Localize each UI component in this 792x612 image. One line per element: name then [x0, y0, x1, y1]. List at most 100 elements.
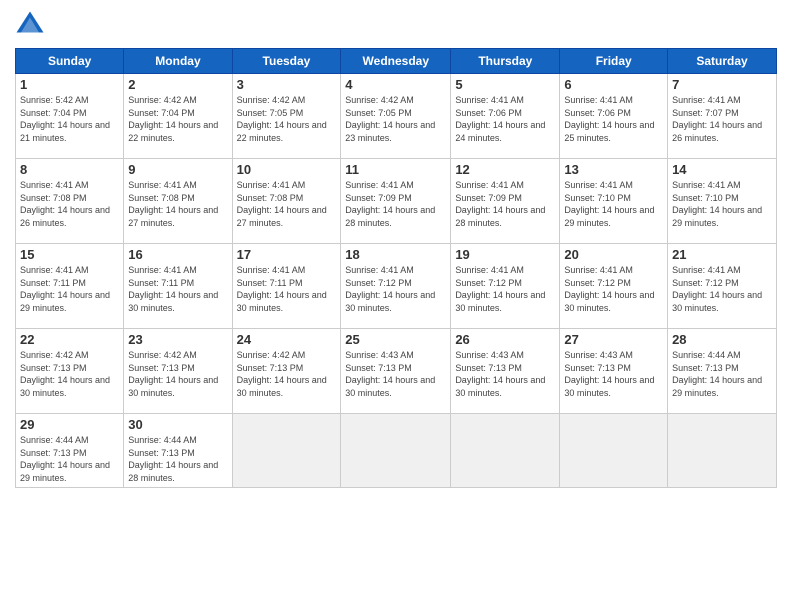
calendar-cell: 9 Sunrise: 4:41 AMSunset: 7:08 PMDaylight…	[124, 159, 232, 244]
day-number: 6	[564, 77, 663, 92]
day-number: 16	[128, 247, 227, 262]
calendar-cell: 7 Sunrise: 4:41 AMSunset: 7:07 PMDaylight…	[668, 74, 777, 159]
day-number: 9	[128, 162, 227, 177]
calendar-header: SundayMondayTuesdayWednesdayThursdayFrid…	[16, 49, 777, 74]
calendar-cell: 6 Sunrise: 4:41 AMSunset: 7:06 PMDaylight…	[560, 74, 668, 159]
calendar-cell: 13 Sunrise: 4:41 AMSunset: 7:10 PMDayligh…	[560, 159, 668, 244]
cell-info: Sunrise: 4:42 AMSunset: 7:05 PMDaylight:…	[237, 94, 337, 144]
cell-info: Sunrise: 4:42 AMSunset: 7:13 PMDaylight:…	[20, 349, 119, 399]
cell-info: Sunrise: 4:41 AMSunset: 7:10 PMDaylight:…	[564, 179, 663, 229]
day-number: 11	[345, 162, 446, 177]
day-number: 7	[672, 77, 772, 92]
calendar-cell: 16Sunrise: 4:41 AMSunset: 7:11 PMDayligh…	[124, 244, 232, 329]
calendar-cell: 5 Sunrise: 4:41 AMSunset: 7:06 PMDaylight…	[451, 74, 560, 159]
day-number: 19	[455, 247, 555, 262]
calendar: SundayMondayTuesdayWednesdayThursdayFrid…	[15, 48, 777, 488]
calendar-cell: 26 Sunrise: 4:43 AMSunset: 7:13 PMDayligh…	[451, 329, 560, 414]
calendar-cell: 29Sunrise: 4:44 AMSunset: 7:13 PMDayligh…	[16, 414, 124, 488]
calendar-cell: 1Sunrise: 5:42 AMSunset: 7:04 PMDaylight…	[16, 74, 124, 159]
calendar-body: 1Sunrise: 5:42 AMSunset: 7:04 PMDaylight…	[16, 74, 777, 488]
week-row-4: 29Sunrise: 4:44 AMSunset: 7:13 PMDayligh…	[16, 414, 777, 488]
calendar-cell	[560, 414, 668, 488]
cell-info: Sunrise: 4:43 AMSunset: 7:13 PMDaylight:…	[564, 349, 663, 399]
cell-info: Sunrise: 4:41 AMSunset: 7:12 PMDaylight:…	[455, 264, 555, 314]
calendar-cell: 2 Sunrise: 4:42 AMSunset: 7:04 PMDaylight…	[124, 74, 232, 159]
day-number: 15	[20, 247, 119, 262]
calendar-cell: 3Sunrise: 4:42 AMSunset: 7:05 PMDaylight…	[232, 74, 341, 159]
cell-info: Sunrise: 4:41 AMSunset: 7:08 PMDaylight:…	[128, 179, 227, 229]
calendar-cell	[451, 414, 560, 488]
calendar-cell: 19 Sunrise: 4:41 AMSunset: 7:12 PMDayligh…	[451, 244, 560, 329]
day-number: 14	[672, 162, 772, 177]
week-row-2: 15 Sunrise: 4:41 AMSunset: 7:11 PMDayligh…	[16, 244, 777, 329]
day-number: 4	[345, 77, 446, 92]
cell-info: Sunrise: 4:42 AMSunset: 7:13 PMDaylight:…	[128, 349, 227, 399]
cell-info: Sunrise: 4:41 AMSunset: 7:08 PMDaylight:…	[20, 179, 119, 229]
day-number: 30	[128, 417, 227, 432]
week-row-1: 8Sunrise: 4:41 AMSunset: 7:08 PMDaylight…	[16, 159, 777, 244]
calendar-cell: 10Sunrise: 4:41 AMSunset: 7:08 PMDayligh…	[232, 159, 341, 244]
calendar-cell: 28 Sunrise: 4:44 AMSunset: 7:13 PMDayligh…	[668, 329, 777, 414]
calendar-cell: 20 Sunrise: 4:41 AMSunset: 7:12 PMDayligh…	[560, 244, 668, 329]
cell-info: Sunrise: 4:43 AMSunset: 7:13 PMDaylight:…	[455, 349, 555, 399]
logo-icon	[15, 10, 45, 40]
header-row: SundayMondayTuesdayWednesdayThursdayFrid…	[16, 49, 777, 74]
header-day-sunday: Sunday	[16, 49, 124, 74]
calendar-cell: 24 Sunrise: 4:42 AMSunset: 7:13 PMDayligh…	[232, 329, 341, 414]
calendar-cell: 4 Sunrise: 4:42 AMSunset: 7:05 PMDaylight…	[341, 74, 451, 159]
day-number: 1	[20, 77, 119, 92]
cell-info: Sunrise: 4:41 AMSunset: 7:06 PMDaylight:…	[455, 94, 555, 144]
day-number: 21	[672, 247, 772, 262]
cell-info: Sunrise: 4:42 AMSunset: 7:05 PMDaylight:…	[345, 94, 446, 144]
day-number: 27	[564, 332, 663, 347]
calendar-cell	[668, 414, 777, 488]
day-number: 2	[128, 77, 227, 92]
calendar-cell: 11 Sunrise: 4:41 AMSunset: 7:09 PMDayligh…	[341, 159, 451, 244]
cell-info: Sunrise: 4:41 AMSunset: 7:07 PMDaylight:…	[672, 94, 772, 144]
day-number: 26	[455, 332, 555, 347]
calendar-cell: 21 Sunrise: 4:41 AMSunset: 7:12 PMDayligh…	[668, 244, 777, 329]
cell-info: Sunrise: 4:41 AMSunset: 7:06 PMDaylight:…	[564, 94, 663, 144]
cell-info: Sunrise: 4:44 AMSunset: 7:13 PMDaylight:…	[128, 434, 227, 484]
day-number: 24	[237, 332, 337, 347]
week-row-0: 1Sunrise: 5:42 AMSunset: 7:04 PMDaylight…	[16, 74, 777, 159]
header-day-tuesday: Tuesday	[232, 49, 341, 74]
day-number: 20	[564, 247, 663, 262]
day-number: 12	[455, 162, 555, 177]
day-number: 22	[20, 332, 119, 347]
day-number: 13	[564, 162, 663, 177]
cell-info: Sunrise: 4:41 AMSunset: 7:08 PMDaylight:…	[237, 179, 337, 229]
cell-info: Sunrise: 4:42 AMSunset: 7:13 PMDaylight:…	[237, 349, 337, 399]
cell-info: Sunrise: 4:41 AMSunset: 7:11 PMDaylight:…	[20, 264, 119, 314]
calendar-cell: 25Sunrise: 4:43 AMSunset: 7:13 PMDayligh…	[341, 329, 451, 414]
cell-info: Sunrise: 4:41 AMSunset: 7:09 PMDaylight:…	[455, 179, 555, 229]
header	[15, 10, 777, 40]
day-number: 25	[345, 332, 446, 347]
calendar-cell: 27 Sunrise: 4:43 AMSunset: 7:13 PMDayligh…	[560, 329, 668, 414]
header-day-friday: Friday	[560, 49, 668, 74]
header-day-wednesday: Wednesday	[341, 49, 451, 74]
calendar-cell: 18 Sunrise: 4:41 AMSunset: 7:12 PMDayligh…	[341, 244, 451, 329]
calendar-cell: 15 Sunrise: 4:41 AMSunset: 7:11 PMDayligh…	[16, 244, 124, 329]
day-number: 23	[128, 332, 227, 347]
calendar-cell: 30 Sunrise: 4:44 AMSunset: 7:13 PMDayligh…	[124, 414, 232, 488]
calendar-cell	[232, 414, 341, 488]
cell-info: Sunrise: 4:41 AMSunset: 7:09 PMDaylight:…	[345, 179, 446, 229]
day-number: 17	[237, 247, 337, 262]
cell-info: Sunrise: 4:41 AMSunset: 7:11 PMDaylight:…	[237, 264, 337, 314]
day-number: 28	[672, 332, 772, 347]
calendar-cell: 14Sunrise: 4:41 AMSunset: 7:10 PMDayligh…	[668, 159, 777, 244]
page: SundayMondayTuesdayWednesdayThursdayFrid…	[0, 0, 792, 612]
cell-info: Sunrise: 4:44 AMSunset: 7:13 PMDaylight:…	[672, 349, 772, 399]
cell-info: Sunrise: 4:42 AMSunset: 7:04 PMDaylight:…	[128, 94, 227, 144]
day-number: 5	[455, 77, 555, 92]
header-day-monday: Monday	[124, 49, 232, 74]
calendar-cell: 17 Sunrise: 4:41 AMSunset: 7:11 PMDayligh…	[232, 244, 341, 329]
calendar-cell: 8Sunrise: 4:41 AMSunset: 7:08 PMDaylight…	[16, 159, 124, 244]
calendar-cell: 22 Sunrise: 4:42 AMSunset: 7:13 PMDayligh…	[16, 329, 124, 414]
cell-info: Sunrise: 4:41 AMSunset: 7:12 PMDaylight:…	[672, 264, 772, 314]
day-number: 18	[345, 247, 446, 262]
cell-info: Sunrise: 4:41 AMSunset: 7:12 PMDaylight:…	[564, 264, 663, 314]
cell-info: Sunrise: 4:41 AMSunset: 7:12 PMDaylight:…	[345, 264, 446, 314]
calendar-cell: 23 Sunrise: 4:42 AMSunset: 7:13 PMDayligh…	[124, 329, 232, 414]
